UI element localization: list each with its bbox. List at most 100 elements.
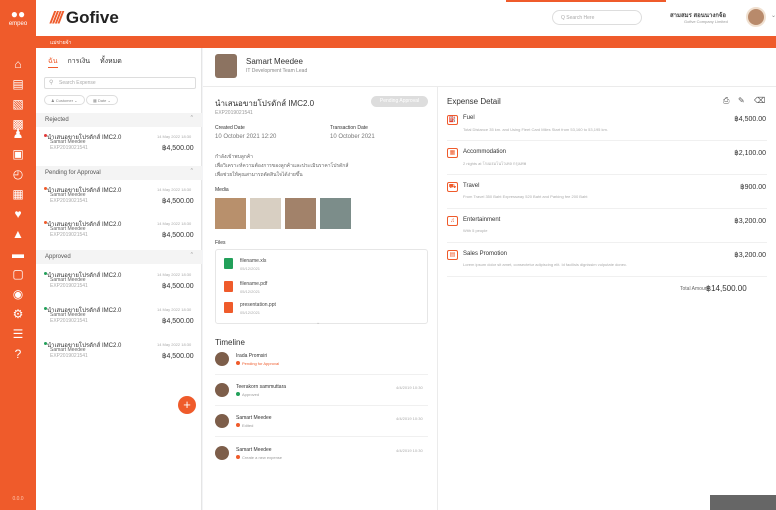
expense-search-input[interactable]: ⚲ Search Expense (44, 77, 196, 89)
file-name[interactable]: filename.xls (240, 258, 266, 264)
chevron-up-icon[interactable]: ˆ (191, 116, 193, 123)
chevron-up-icon[interactable]: ˆ (191, 253, 193, 260)
list-item[interactable]: นำเสนอขายโปรดักส์ IMC2.0 Samart Meedee E… (36, 181, 202, 217)
media-thumbnail[interactable] (250, 198, 281, 229)
file-name[interactable]: filename.pdf (240, 281, 267, 287)
tab-mine[interactable]: ฉัน (48, 58, 58, 68)
created-date-value: 10 October 2021 12:20 (215, 134, 277, 140)
list-item[interactable]: นำเสนอขายโปรดักส์ IMC2.0 Samart Meedee E… (36, 336, 202, 372)
employee-avatar (215, 54, 237, 78)
time-icon[interactable]: ◴ (10, 166, 26, 182)
documents-icon[interactable]: ☰ (10, 326, 26, 342)
media-thumbnail[interactable] (320, 198, 351, 229)
divider (215, 436, 428, 437)
health-icon[interactable]: ♥ (10, 206, 26, 222)
chevron-down-icon[interactable]: ⌄ (771, 12, 776, 19)
item-amount: ฿4,500.00 (162, 318, 194, 325)
briefcase-icon[interactable]: ▬ (10, 246, 26, 262)
fuel-icon: ⛽ (447, 115, 458, 125)
file-date: 05/12/2021 (240, 289, 261, 294)
add-expense-button[interactable]: + (178, 396, 196, 414)
tab-all[interactable]: ทั้งหมด (100, 58, 122, 65)
reports-icon[interactable]: ▣ (10, 146, 26, 162)
ppt-file-icon (224, 302, 233, 313)
global-search-input[interactable]: Q Search Here (552, 10, 642, 25)
transaction-date-value: 10 October 2021 (330, 134, 375, 140)
section-rejected[interactable]: Rejected ˆ (36, 113, 202, 127)
chevron-down-icon[interactable]: ⌄ (316, 320, 320, 326)
expense-name: Sales Promotion (463, 251, 508, 257)
expense-name: Accommodation (463, 149, 507, 155)
edit-icon[interactable]: ✎ (738, 96, 745, 105)
divider (447, 140, 767, 141)
timeline-name: Samart Meedee (236, 447, 272, 453)
travel-icon: ⛟ (447, 182, 458, 192)
list-item[interactable]: นำเสนอขายโปรดักส์ IMC2.0 Samart Meedee E… (36, 266, 202, 302)
benefit-icon[interactable]: ◉ (10, 286, 26, 302)
date-filter-chip[interactable]: ▦ Date ⌄ (86, 95, 118, 105)
timeline-title: Timeline (215, 338, 245, 347)
delete-icon[interactable]: ⌫ (754, 96, 765, 105)
receipt-icon[interactable]: ▧ (10, 96, 26, 112)
customer-filter-chip[interactable]: ♟ Customer ⌄ (44, 95, 85, 105)
list-item[interactable]: นำเสนอขายโปรดักส์ IMC2.0 Samart Meedee E… (36, 301, 202, 337)
settings-icon[interactable]: ⚙ (10, 306, 26, 322)
calendar-icon[interactable]: ▦ (10, 186, 26, 202)
list-item[interactable]: นำเสนอขายโปรดักส์ IMC2.0 Samart Meedee E… (36, 215, 202, 251)
top-accent (506, 0, 666, 2)
file-name[interactable]: presentation.ppt (240, 302, 276, 308)
people-icon[interactable]: ♟ (10, 126, 26, 142)
item-date: 14 May 2022 18:30 (157, 134, 192, 139)
user-avatar[interactable] (746, 7, 766, 27)
divider (447, 242, 767, 243)
brand-logo[interactable]: ////Gofive (50, 8, 119, 28)
home-icon[interactable]: ⌂ (10, 56, 26, 72)
divider (215, 405, 428, 406)
excel-file-icon (224, 258, 233, 269)
status-badge: Pending Approval (371, 96, 428, 107)
item-code: EXP2019021541 (50, 232, 88, 238)
list-item[interactable]: นำเสนอขายโปรดักส์ IMC2.0 Samart Meedee E… (36, 128, 202, 164)
avatar (215, 352, 229, 366)
expense-description: With 5 people (463, 228, 488, 233)
section-pending[interactable]: Pending for Approval ˆ (36, 166, 202, 180)
print-icon[interactable]: ⎙ (723, 96, 729, 106)
item-amount: ฿4,500.00 (162, 283, 194, 290)
document-icon[interactable]: ▤ (10, 76, 26, 92)
empeo-logo[interactable]: ●● empeo (0, 8, 36, 27)
item-code: EXP2019021541 (50, 145, 88, 151)
help-icon[interactable]: ? (10, 346, 26, 362)
divider (447, 208, 767, 209)
media-thumbnail[interactable] (285, 198, 316, 229)
breadcrumb: แม่ข่ายจ้า (36, 36, 776, 48)
total-amount: ฿14,500.00 (706, 284, 747, 293)
media-thumbnail[interactable] (215, 198, 246, 229)
description-line: เพื่อช่วยให้คุณสามารถตัดสินใจได้ง่ายขึ้น (215, 172, 303, 178)
expense-name: Entertainment (463, 217, 501, 223)
item-amount: ฿4,500.00 (162, 232, 194, 239)
item-amount: ฿4,500.00 (162, 353, 194, 360)
finance-icon[interactable]: ▢ (10, 266, 26, 282)
media-label: Media (215, 187, 229, 193)
timeline-date: 4/4/2019 10:30 (396, 416, 423, 421)
hotel-icon: ▦ (447, 148, 458, 158)
expense-name: Travel (463, 183, 480, 189)
item-code: EXP2019021541 (50, 283, 88, 289)
chevron-up-icon[interactable]: ˆ (191, 169, 193, 176)
files-label: Files (215, 240, 226, 246)
expense-description: Lorem ipsum dolor sit amet, consectetur … (463, 262, 628, 267)
education-icon[interactable]: ▲ (10, 226, 26, 242)
timeline-name: Irada Promsiri (236, 353, 268, 359)
item-date: 14 May 2022 18:30 (157, 342, 192, 347)
section-approved[interactable]: Approved ˆ (36, 250, 202, 264)
list-tabs: ฉัน การเงิน ทั้งหมด (48, 56, 130, 68)
transaction-date-label: Transaction Date (330, 125, 368, 131)
expense-name: Fuel (463, 115, 475, 121)
expense-amount: ฿3,200.00 (734, 252, 766, 259)
tab-finance[interactable]: การเงิน (68, 58, 91, 65)
timeline-name: Samart Meedee (236, 415, 272, 421)
top-bar: ////Gofive Q Search Here สามสมร สอนนางกจ… (36, 0, 776, 36)
expense-title: นำเสนอขายโปรดักส์ IMC2.0 (215, 99, 315, 108)
description-line: กำลังเข้าพบลูกค้า (215, 154, 253, 160)
employee-name: Samart Meedee (246, 57, 303, 66)
